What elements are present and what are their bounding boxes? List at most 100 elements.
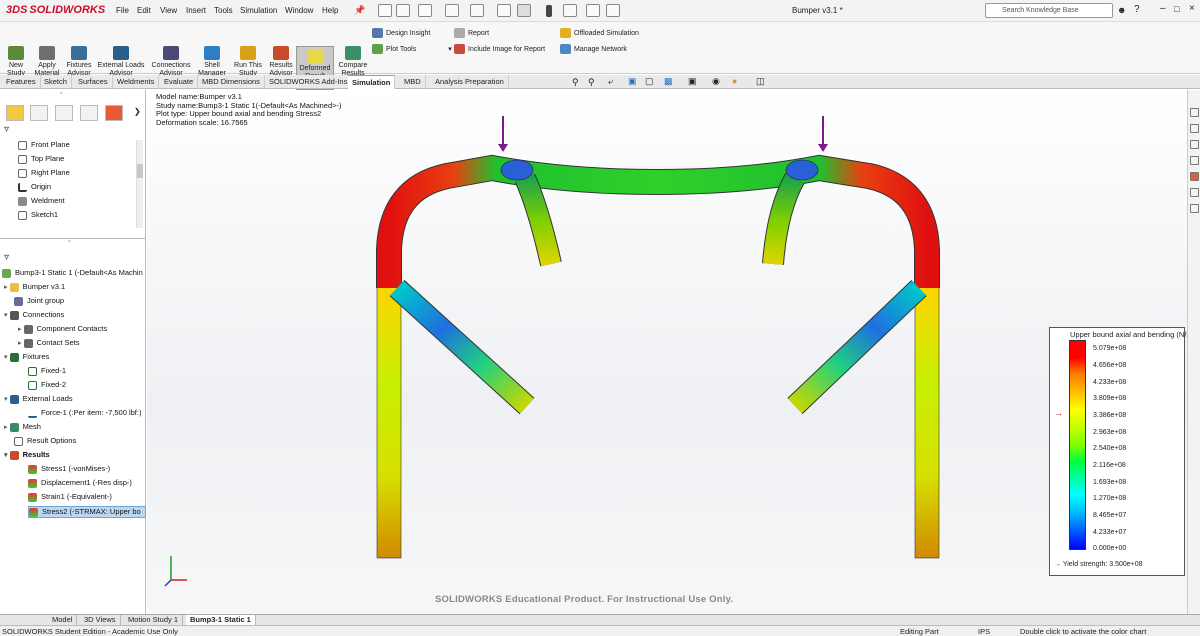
menu-edit[interactable]: Edit [137, 6, 151, 15]
search-input[interactable]: Search Knowledge Base [985, 3, 1113, 18]
unit-system-selector[interactable]: IPS [978, 627, 990, 636]
file-properties-icon[interactable] [586, 4, 600, 17]
menu-simulation[interactable]: Simulation [240, 6, 277, 15]
dimxpert-tab-icon[interactable] [80, 105, 98, 121]
tab-simulation[interactable]: Simulation [348, 75, 396, 89]
pin-icon[interactable]: 📌 [354, 5, 365, 16]
external-loads-advisor-button[interactable]: External Loads Advisor [96, 46, 146, 78]
tab-surfaces[interactable]: Surfaces [74, 75, 113, 89]
property-manager-tab-icon[interactable] [30, 105, 48, 121]
expand-panel-icon[interactable]: ❯ [134, 107, 141, 116]
new-document-icon[interactable] [396, 4, 410, 17]
tree-item-component-contacts[interactable]: ▸ Component Contacts [18, 324, 107, 334]
tab-sketch[interactable]: Sketch [40, 75, 72, 89]
fixtures-advisor-button[interactable]: Fixtures Advisor [64, 46, 94, 78]
collapse-arrow-icon[interactable]: ▾ [4, 312, 8, 319]
manage-network-button[interactable]: Manage Network [560, 44, 627, 54]
tree-item-front-plane[interactable]: Front Plane [18, 140, 70, 150]
design-insight-button[interactable]: Design Insight [372, 28, 430, 38]
tree-item-stress1[interactable]: Stress1 (-vonMises-) [28, 464, 110, 474]
apply-material-button[interactable]: Apply Material [32, 46, 62, 78]
tab-addins[interactable]: SOLIDWORKS Add-Ins [265, 75, 353, 89]
tree-item-top-plane[interactable]: Top Plane [18, 154, 64, 164]
collapse-arrow-icon[interactable]: ▾ [4, 452, 8, 459]
offloaded-simulation-button[interactable]: Offloaded Simulation [560, 28, 639, 38]
print-icon[interactable] [470, 4, 484, 17]
shell-manager-button[interactable]: Shell Manager [196, 46, 228, 78]
tree-item-connections[interactable]: ▾ Connections [4, 310, 64, 320]
menu-window[interactable]: Window [285, 6, 313, 15]
tree-item-fixtures[interactable]: ▾ Fixtures [4, 352, 49, 362]
minimize-icon[interactable]: – [1160, 3, 1166, 14]
tree-item-weldment[interactable]: Weldment [18, 196, 65, 206]
rebuild-icon[interactable] [563, 4, 577, 17]
undo-icon[interactable] [497, 4, 511, 17]
sim-filter-icon[interactable]: ▿ [4, 252, 9, 263]
menu-file[interactable]: File [116, 6, 129, 15]
color-chart-legend[interactable]: Upper bound axial and bending (N/m^2) 5.… [1049, 327, 1200, 576]
tree-item-joint-group[interactable]: Joint group [14, 296, 64, 306]
tree-item-force-1[interactable]: Force-1 (:Per item: -7,500 lbf:) [28, 408, 141, 418]
menu-tools[interactable]: Tools [214, 6, 233, 15]
tree-item-fixed-1[interactable]: Fixed-1 [28, 366, 66, 376]
panel-splitter-handle[interactable]: ° [60, 92, 63, 99]
tab-analysis-preparation[interactable]: Analysis Preparation [431, 75, 509, 89]
tree-item-study[interactable]: Bump3-1 Static 1 (-Default<As Machin [2, 268, 143, 278]
collapse-arrow-icon[interactable]: ▾ [4, 396, 8, 403]
bumper-stress-plot[interactable] [147, 90, 1187, 614]
maximize-icon[interactable]: □ [1174, 4, 1179, 14]
custom-properties-icon[interactable] [1190, 188, 1199, 197]
tree-item-part[interactable]: ▸ Bumper v3.1 [4, 282, 65, 292]
solidworks-logo[interactable]: 3DS SOLIDWORKS [6, 4, 105, 16]
tree-item-right-plane[interactable]: Right Plane [18, 168, 70, 178]
tree-item-fixed-2[interactable]: Fixed-2 [28, 380, 66, 390]
tree-item-mesh[interactable]: ▸ Mesh [4, 422, 41, 432]
resources-icon[interactable] [1190, 108, 1199, 117]
expand-arrow-icon[interactable]: ▸ [4, 284, 8, 291]
display-manager-tab-icon[interactable] [105, 105, 123, 121]
connections-advisor-button[interactable]: Connections Advisor [150, 46, 192, 78]
tree-item-strain1[interactable]: Strain1 (-Equivalent-) [28, 492, 112, 502]
tab-features[interactable]: Features [2, 75, 41, 89]
expand-arrow-icon[interactable]: ▸ [18, 340, 22, 347]
select-icon[interactable] [517, 4, 531, 17]
tree-item-contact-sets[interactable]: ▸ Contact Sets [18, 338, 80, 348]
view-palette-icon[interactable] [1190, 156, 1199, 165]
new-study-button[interactable]: New Study [2, 46, 30, 78]
previous-view-icon[interactable]: ⤶ [608, 76, 613, 87]
tree-item-external-loads[interactable]: ▾ External Loads [4, 394, 73, 404]
tree-item-result-options[interactable]: Result Options [14, 436, 76, 446]
open-icon[interactable] [418, 4, 432, 17]
tab-mbd-dimensions[interactable]: MBD Dimensions [198, 75, 265, 89]
hide-show-items-icon[interactable]: ◉ [712, 76, 720, 87]
traffic-light-icon[interactable] [546, 5, 552, 17]
expand-arrow-icon[interactable]: ▸ [4, 424, 8, 431]
tab-mbd[interactable]: MBD [400, 75, 426, 89]
tree-item-sketch1[interactable]: Sketch1 [18, 210, 58, 220]
tree-item-origin[interactable]: Origin [18, 182, 51, 192]
tree-item-stress2-selected[interactable]: Stress2 (-STRMAX: Upper bo [28, 506, 146, 518]
tree-item-displacement1[interactable]: Displacement1 (-Res disp-) [28, 478, 132, 488]
help-icon[interactable]: ? [1134, 4, 1140, 15]
display-style-icon[interactable]: ▣ [688, 76, 697, 87]
menu-help[interactable]: Help [322, 6, 338, 15]
expand-arrow-icon[interactable]: ▸ [18, 326, 22, 333]
tab-weldments[interactable]: Weldments [113, 75, 160, 89]
feature-manager-tab-icon[interactable] [6, 105, 24, 121]
save-icon[interactable] [445, 4, 459, 17]
tree-item-results[interactable]: ▾ Results [4, 450, 50, 460]
view-orientation-icon[interactable]: ▩ [664, 76, 673, 87]
compare-results-button[interactable]: Compare Results [337, 46, 369, 78]
include-image-button[interactable]: Include Image for Report [454, 44, 545, 54]
filter-icon[interactable]: ▿ [4, 124, 9, 135]
close-icon[interactable]: × [1189, 3, 1195, 14]
view-settings-icon[interactable]: ◫ [756, 76, 765, 87]
section-view-icon[interactable]: ▣ [628, 76, 637, 87]
configuration-manager-tab-icon[interactable] [55, 105, 73, 121]
plot-tools-button[interactable]: Plot Tools ▾ [372, 44, 452, 54]
dynamic-annotation-icon[interactable]: ▢ [645, 76, 654, 87]
feature-tree-scrollbar[interactable] [136, 140, 143, 228]
scrollbar-thumb[interactable] [137, 164, 143, 178]
menu-insert[interactable]: Insert [186, 6, 206, 15]
home-icon[interactable] [378, 4, 392, 17]
